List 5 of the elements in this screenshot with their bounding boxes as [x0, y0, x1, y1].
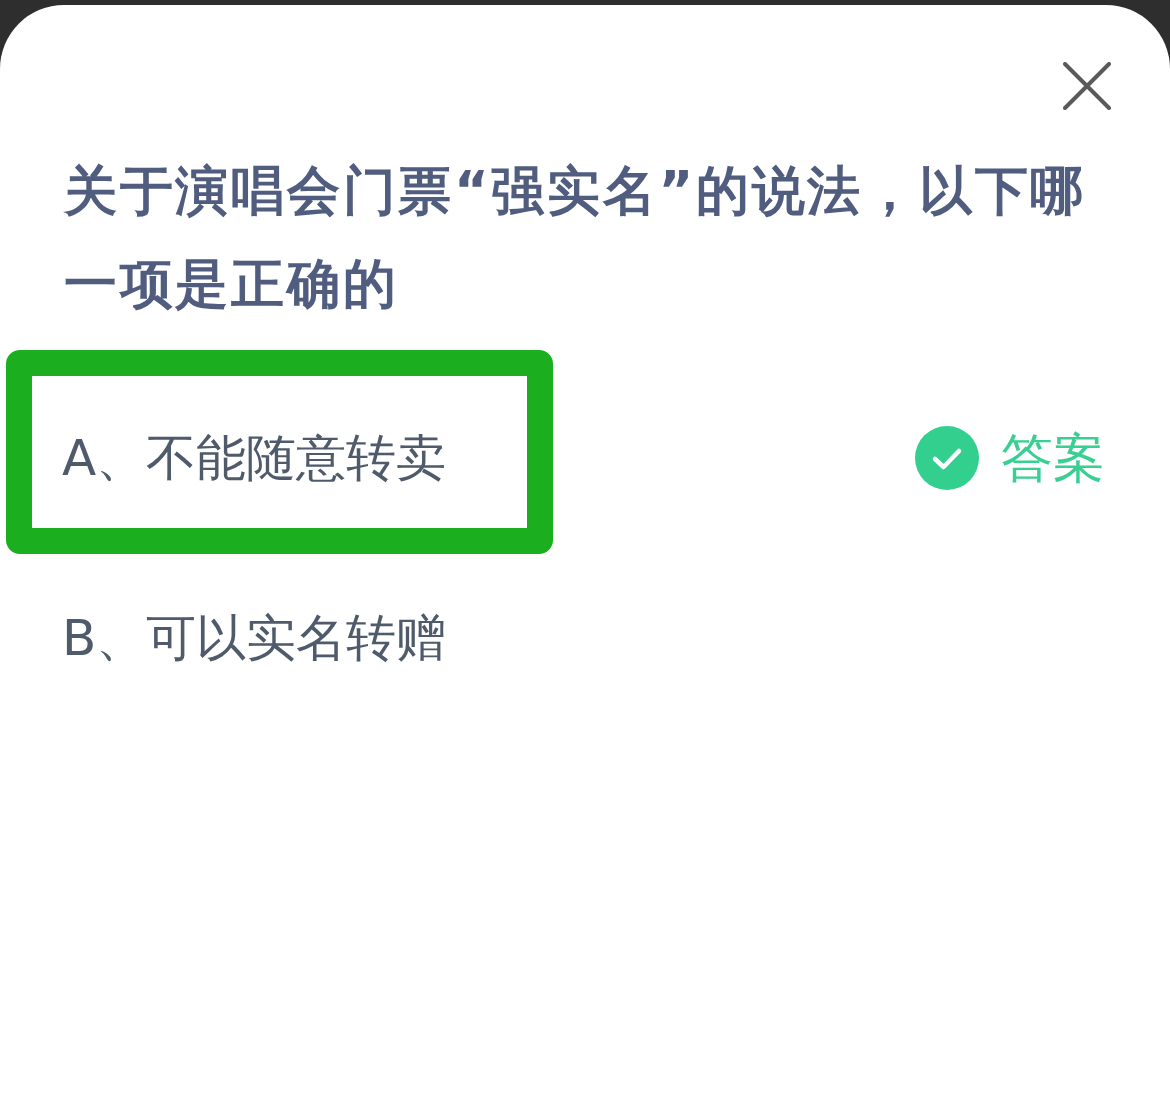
answer-option[interactable]: A、不能随意转卖	[62, 428, 447, 488]
close-button[interactable]	[1063, 62, 1111, 110]
answer-label: 答案	[1001, 428, 1105, 488]
question-title: 关于演唱会门票“强实名”的说法，以下哪一项是正确的	[64, 159, 1087, 316]
answer-option[interactable]: B、可以实名转赠	[62, 608, 447, 668]
